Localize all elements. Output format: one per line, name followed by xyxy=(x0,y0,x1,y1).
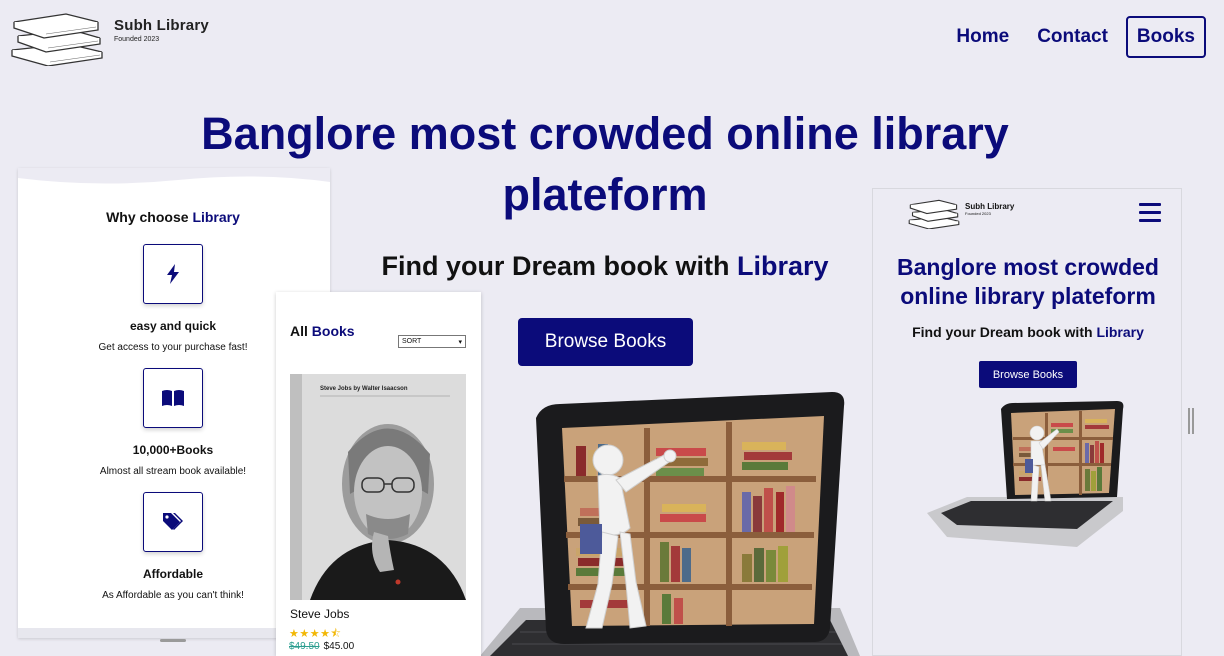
logo-tagline: Founded 2023 xyxy=(114,36,160,43)
main-nav: Home Contact Books xyxy=(946,16,1206,58)
nav-books[interactable]: Books xyxy=(1125,16,1206,58)
nav-contact[interactable]: Contact xyxy=(1027,17,1118,57)
laptop-library-illustration xyxy=(480,392,860,656)
hero-subtitle: Find your Dream book with Library xyxy=(330,251,880,282)
wave-divider xyxy=(18,168,330,184)
new-price: $45.00 xyxy=(323,641,355,652)
chevron-down-icon: ▾ xyxy=(458,338,462,346)
hero-subtitle-text: Find your Dream book with xyxy=(381,251,737,281)
nav-home[interactable]: Home xyxy=(946,17,1019,57)
mobile-hero-subtitle: Find your Dream book with Library xyxy=(873,324,1183,340)
mobile-hero-title: Banglore most crowded online library pla… xyxy=(897,254,1159,309)
books-stack-logo-icon xyxy=(11,13,103,66)
feature-icon-box xyxy=(143,244,203,304)
old-price: $49.50 xyxy=(289,641,320,652)
all-books-card: All Books SORT ▾ Steve Jobs by Walter Isa… xyxy=(276,292,481,656)
mobile-subtitle-accent: Library xyxy=(1096,324,1144,340)
mobile-logo-tagline: Founded 2023 xyxy=(965,211,991,216)
lightning-icon xyxy=(167,264,179,284)
sort-select[interactable]: SORT ▾ xyxy=(398,335,466,348)
book-cover-steve-jobs[interactable]: Steve Jobs by Walter Isaacson xyxy=(290,374,466,600)
book-open-icon xyxy=(162,390,184,406)
book-price: $49.50 $45.00 xyxy=(289,641,354,652)
book-cover-header: Steve Jobs by Walter Isaacson xyxy=(320,386,408,392)
book-title[interactable]: Steve Jobs xyxy=(290,607,349,621)
why-title-accent: Library xyxy=(192,209,240,225)
mobile-preview: Subh Library Founded 2023 Banglore most … xyxy=(872,188,1182,656)
books-stack-logo-icon xyxy=(908,199,960,229)
why-choose-title: Why choose Library xyxy=(18,209,328,225)
hero-subtitle-accent: Library xyxy=(736,251,829,281)
books-title: All Books xyxy=(290,323,355,339)
tag-icon xyxy=(163,513,183,530)
logo-name: Subh Library xyxy=(114,17,209,34)
why-title-text: Why choose xyxy=(106,209,193,225)
books-title-text: All xyxy=(290,323,312,339)
sort-selected-value: SORT xyxy=(402,338,422,345)
mobile-logo[interactable]: Subh Library Founded 2023 xyxy=(907,197,1014,229)
mobile-subtitle-text: Find your Dream book with xyxy=(912,324,1097,340)
mobile-logo-name: Subh Library xyxy=(965,202,1015,211)
feature-icon-box xyxy=(143,492,203,552)
resize-handle[interactable] xyxy=(160,639,186,642)
hamburger-menu-icon[interactable] xyxy=(1139,203,1161,227)
laptop-library-illustration xyxy=(927,401,1124,547)
books-title-accent: Books xyxy=(311,323,355,339)
browse-books-button[interactable]: Browse Books xyxy=(518,318,693,366)
site-logo[interactable]: Subh Library Founded 2023 xyxy=(8,8,209,66)
book-cover-image: Steve Jobs by Walter Isaacson xyxy=(290,374,466,600)
feature-icon-box xyxy=(143,368,203,428)
mobile-browse-books-button[interactable]: Browse Books xyxy=(979,361,1077,388)
scrollbar-grip[interactable] xyxy=(1188,408,1194,434)
